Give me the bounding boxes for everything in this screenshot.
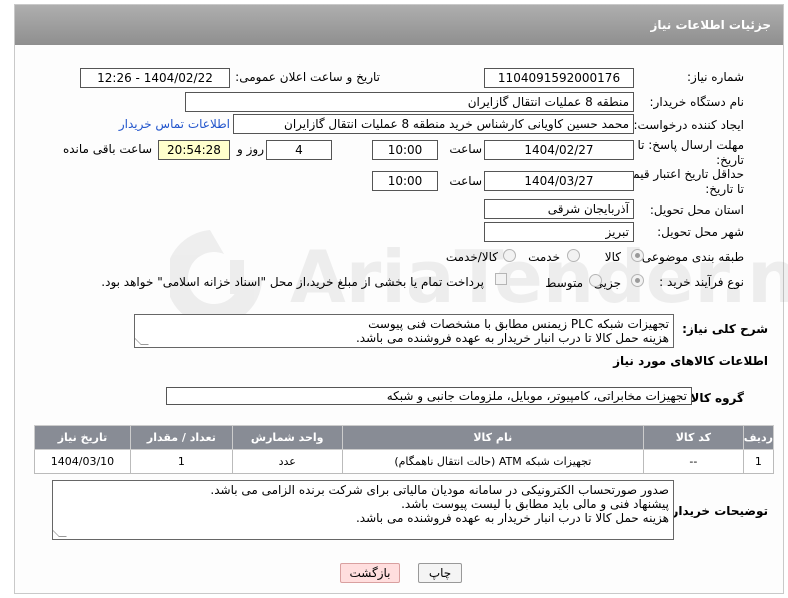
goods-section-title: اطلاعات کالاهای مورد نیاز <box>613 354 768 368</box>
reply-time-label: ساعت <box>449 142 482 156</box>
col-goods-code: کد کالا <box>642 425 744 450</box>
remaining-time-label: ساعت باقی مانده <box>62 142 152 156</box>
resize-grip-icon[interactable] <box>53 529 67 537</box>
price-validity-label: حداقل تاریخ اعتبار قیمت: تا تاریخ: <box>617 167 744 197</box>
price-validity-label-line2: تا تاریخ: <box>705 182 744 196</box>
description-textarea[interactable]: تجهیزات شبکه PLC زیمنس مطابق با مشخصات ف… <box>134 314 674 348</box>
days-label: روز و <box>237 142 264 156</box>
need-number-field: 1104091592000176 <box>484 68 634 88</box>
price-time-label: ساعت <box>449 174 482 188</box>
treasury-payment-checkbox[interactable] <box>495 273 507 285</box>
category-goods-label: کالا <box>604 250 621 264</box>
buyer-notes-textarea[interactable]: صدور صورتحساب الکترونیکی در سامانه مودیا… <box>52 480 674 540</box>
city-field: تبریز <box>484 222 634 242</box>
process-type-label: نوع فرآیند خرید : <box>659 275 744 289</box>
back-button[interactable]: بازگشت <box>340 563 400 583</box>
announce-label: تاریخ و ساعت اعلان عمومی: <box>235 70 380 84</box>
category-service-radio[interactable] <box>567 249 580 262</box>
province-field: آذربایجان شرقی <box>484 199 634 219</box>
goods-table: ردیف کد کالا نام کالا واحد شمارش تعداد /… <box>34 425 775 474</box>
cell-row-number: 1 <box>742 449 775 474</box>
reply-deadline-label: مهلت ارسال پاسخ: تا تاریخ: <box>637 138 744 168</box>
goods-group-label: گروه کالا: <box>685 391 744 405</box>
description-label: شرح کلی نیاز: <box>682 322 768 336</box>
goods-group-field: تجهیزات مخابراتی، کامپیوتر، موبایل، ملزو… <box>166 387 692 405</box>
cell-goods-name: تجهیزات شبکه ATM (حالت انتقال ناهمگام) <box>341 449 644 474</box>
cell-unit: عدد <box>231 449 343 474</box>
price-validity-label-line1: حداقل تاریخ اعتبار قیمت: <box>617 167 744 181</box>
reply-deadline-label-line1: مهلت ارسال پاسخ: تا <box>637 138 744 152</box>
goods-table-header: ردیف کد کالا نام کالا واحد شمارش تعداد /… <box>34 425 775 450</box>
col-row-number: ردیف <box>742 425 775 450</box>
province-label: استان محل تحویل: <box>649 203 744 217</box>
process-medium-label: متوسط <box>545 276 583 290</box>
category-service-label: خدمت <box>528 250 560 264</box>
announce-field: 1404/02/22 - 12:26 <box>80 68 230 88</box>
buyer-notes-line-2: پیشنهاد فنی و مالی باید مطابق با لیست پی… <box>401 497 669 511</box>
print-button[interactable]: چاپ <box>418 563 462 583</box>
category-goods-service-label: کالا/خدمت <box>445 250 498 264</box>
col-unit: واحد شمارش <box>231 425 343 450</box>
page-title: جزئیات اطلاعات نیاز <box>15 5 783 45</box>
treasury-payment-note: پرداخت تمام یا بخشی از مبلغ خرید،از محل … <box>101 275 484 289</box>
city-label: شهر محل تحویل: <box>657 225 744 239</box>
price-date-field: 1404/03/27 <box>484 171 634 191</box>
remaining-time-field: 20:54:28 <box>158 140 230 160</box>
buyer-org-label: نام دستگاه خریدار: <box>649 95 745 109</box>
buyer-org-field: منطقه 8 عملیات انتقال گازایران <box>185 92 634 112</box>
buyer-notes-line-3: هزینه حمل کالا تا درب انبار خریدار به عه… <box>355 511 669 525</box>
cell-goods-code: -- <box>642 449 744 474</box>
process-medium-radio[interactable] <box>589 274 602 287</box>
creator-field: محمد حسین کاویانی کارشناس خرید منطقه 8 ع… <box>233 114 634 134</box>
col-need-date: تاریخ نیاز <box>34 425 131 450</box>
days-field: 4 <box>266 140 332 160</box>
category-goods-service-radio[interactable] <box>503 249 516 262</box>
reply-time-field: 10:00 <box>372 140 438 160</box>
category-goods-radio[interactable] <box>631 249 644 262</box>
buyer-contact-link[interactable]: اطلاعات تماس خریدار <box>119 117 230 131</box>
price-time-field: 10:00 <box>372 171 438 191</box>
cell-quantity: 1 <box>129 449 233 474</box>
need-number-label: شماره نیاز: <box>687 70 744 84</box>
buyer-notes-line-1: صدور صورتحساب الکترونیکی در سامانه مودیا… <box>210 483 669 497</box>
col-quantity: تعداد / مقدار <box>129 425 233 450</box>
category-label: طبقه بندی موضوعی: <box>637 250 744 264</box>
buyer-notes-label: توضیحات خریدار: <box>666 504 768 518</box>
description-line-2: هزینه حمل کالا تا درب انبار خریدار به عه… <box>355 331 669 345</box>
table-row: 1 -- تجهیزات شبکه ATM (حالت انتقال ناهمگ… <box>34 449 775 474</box>
reply-date-field: 1404/02/27 <box>484 140 634 160</box>
cell-need-date: 1404/03/10 <box>34 449 131 474</box>
col-goods-name: نام کالا <box>341 425 644 450</box>
reply-deadline-label-line2: تاریخ: <box>716 153 744 167</box>
creator-label: ایجاد کننده درخواست: <box>633 118 744 132</box>
process-minor-radio[interactable] <box>631 274 644 287</box>
description-line-1: تجهیزات شبکه PLC زیمنس مطابق با مشخصات ف… <box>368 317 669 331</box>
